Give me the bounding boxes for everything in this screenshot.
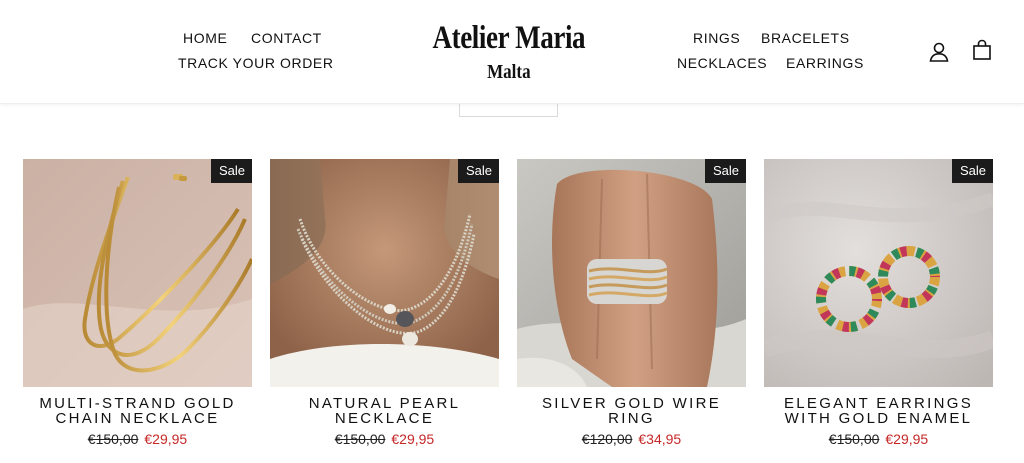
- price-original: €150,00: [87, 431, 139, 447]
- product-card[interactable]: Sale NATURAL PEARL NECKLACE €150,00 €29,9…: [270, 159, 499, 447]
- price-sale: €29,95: [144, 431, 188, 447]
- product-image[interactable]: Sale: [23, 159, 252, 387]
- nav-rings[interactable]: RINGS: [693, 30, 740, 46]
- product-title[interactable]: MULTI-STRAND GOLD CHAIN NECKLACE: [23, 396, 252, 426]
- nav-necklaces[interactable]: NECKLACES: [677, 55, 767, 71]
- site-header: HOME CONTACT TRACK YOUR ORDER Atelier Ma…: [0, 0, 1024, 104]
- product-card[interactable]: Sale SILVER GOLD WIRE RING €120,00 €34,95: [517, 159, 746, 447]
- product-title[interactable]: SILVER GOLD WIRE RING: [517, 396, 746, 426]
- nav-earrings[interactable]: EARRINGS: [786, 55, 864, 71]
- product-title[interactable]: ELEGANT EARRINGS WITH GOLD ENAMEL: [764, 396, 993, 426]
- price-original: €150,00: [334, 431, 386, 447]
- product-prices: €150,00 €29,95: [764, 431, 993, 447]
- enamel-earrings-image: [764, 159, 993, 387]
- product-image[interactable]: Sale: [270, 159, 499, 387]
- product-image[interactable]: Sale: [517, 159, 746, 387]
- price-original: €120,00: [581, 431, 633, 447]
- wire-ring-image: [517, 159, 746, 387]
- product-card[interactable]: Sale MULTI-STRAND GOLD CHAIN NECKLACE €1…: [23, 159, 252, 447]
- sale-badge: Sale: [210, 159, 252, 183]
- price-original: €150,00: [828, 431, 880, 447]
- product-prices: €150,00 €29,95: [270, 431, 499, 447]
- sale-badge: Sale: [704, 159, 746, 183]
- product-card[interactable]: Sale ELEGANT EARRINGS WITH GOLD ENAMEL €…: [764, 159, 993, 447]
- gold-chain-necklace-image: [23, 159, 252, 387]
- nav-bracelets[interactable]: BRACELETS: [761, 30, 850, 46]
- sale-badge: Sale: [457, 159, 499, 183]
- product-prices: €150,00 €29,95: [23, 431, 252, 447]
- price-sale: €29,95: [885, 431, 929, 447]
- product-prices: €120,00 €34,95: [517, 431, 746, 447]
- product-title[interactable]: NATURAL PEARL NECKLACE: [270, 396, 499, 426]
- product-image[interactable]: Sale: [764, 159, 993, 387]
- shopping-bag-icon[interactable]: [971, 39, 993, 61]
- sale-badge: Sale: [951, 159, 993, 183]
- user-icon[interactable]: [928, 41, 950, 63]
- pearl-necklace-image: [270, 159, 499, 387]
- price-sale: €29,95: [391, 431, 435, 447]
- price-sale: €34,95: [638, 431, 682, 447]
